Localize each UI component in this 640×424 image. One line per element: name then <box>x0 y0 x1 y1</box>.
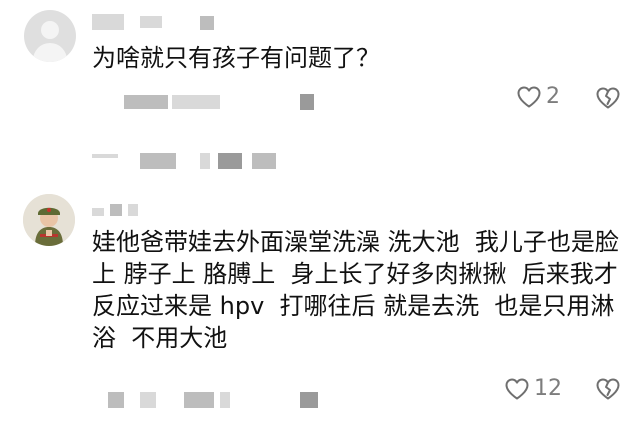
dislike-button[interactable] <box>595 377 621 401</box>
avatar-body-shape <box>33 43 67 62</box>
redacted-username <box>128 204 138 216</box>
heart-icon <box>504 377 530 401</box>
redacted-comment-meta <box>140 392 156 408</box>
redacted-comment-meta <box>124 95 168 109</box>
avatar-head-shape <box>41 21 59 39</box>
redacted-username <box>140 16 162 28</box>
redacted-username <box>110 204 122 216</box>
redacted-comment-meta <box>108 392 124 408</box>
like-count: 12 <box>534 376 562 401</box>
heart-icon <box>516 85 542 109</box>
redacted-username[interactable] <box>92 208 104 216</box>
redacted-reply-button[interactable] <box>300 392 318 408</box>
comment-thread: 为啥就只有孩子有问题了？ 2 娃他爸带娃去外面澡堂洗澡 洗大池 我儿子也是脸上 … <box>0 0 640 424</box>
broken-heart-icon <box>595 377 621 401</box>
dislike-button[interactable] <box>595 86 621 110</box>
like-button[interactable]: 12 <box>504 376 562 402</box>
comment-item: 娃他爸带娃去外面澡堂洗澡 洗大池 我儿子也是脸上 脖子上 胳膊上 身上长了好多肉… <box>0 140 640 424</box>
comment-text: 娃他爸带娃去外面澡堂洗澡 洗大池 我儿子也是脸上 脖子上 胳膊上 身上长了好多肉… <box>92 228 619 352</box>
like-button[interactable]: 2 <box>516 84 560 110</box>
redacted-username[interactable] <box>92 14 124 30</box>
redacted-comment-meta <box>220 392 230 408</box>
redacted-comment-meta <box>184 392 214 408</box>
like-count: 2 <box>546 84 560 109</box>
redacted-comment-meta <box>172 95 220 109</box>
redacted-reply-button[interactable] <box>300 94 314 110</box>
default-user-avatar-icon[interactable] <box>24 10 76 62</box>
user-photo-avatar-icon[interactable] <box>23 194 75 246</box>
broken-heart-icon <box>595 86 621 110</box>
comment-text: 为啥就只有孩子有问题了？ <box>92 44 380 72</box>
redacted-username <box>200 16 214 30</box>
comment-item: 为啥就只有孩子有问题了？ 2 <box>0 0 640 169</box>
